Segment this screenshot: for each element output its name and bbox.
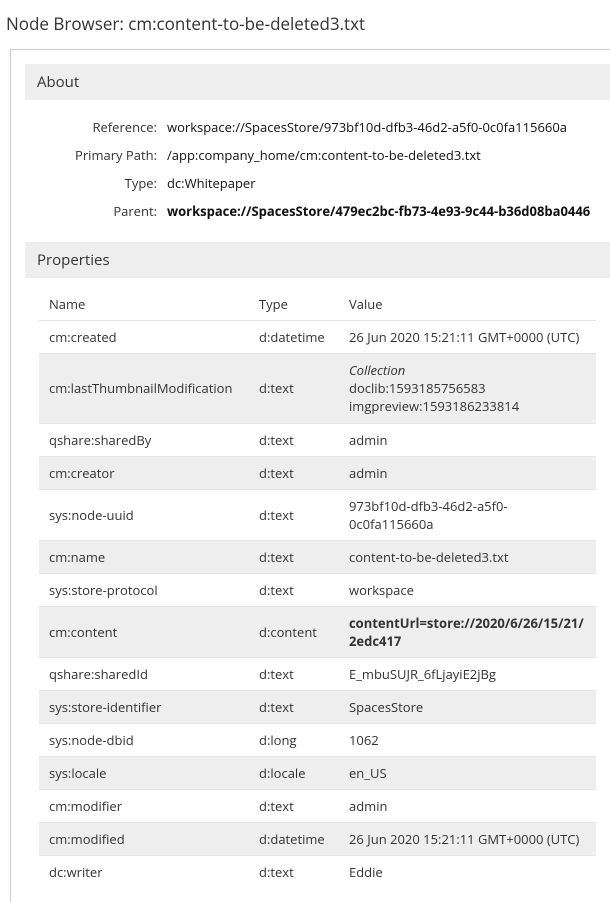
about-row: Reference:workspace://SpacesStore/973bf1… xyxy=(37,118,598,136)
prop-name: cm:creator xyxy=(39,456,249,489)
prop-name: cm:modifier xyxy=(39,789,249,822)
about-section-header: About xyxy=(25,64,610,100)
prop-value: admin xyxy=(339,456,596,489)
about-label: Parent: xyxy=(37,202,167,220)
prop-name: qshare:sharedBy xyxy=(39,423,249,456)
prop-type: d:text xyxy=(249,456,339,489)
about-value: workspace://SpacesStore/973bf10d-dfb3-46… xyxy=(167,118,567,136)
prop-type: d:datetime xyxy=(249,822,339,855)
prop-value: 26 Jun 2020 15:21:11 GMT+0000 (UTC) xyxy=(339,822,596,855)
prop-value: admin xyxy=(339,423,596,456)
table-row: dc:writerd:textEddie xyxy=(39,855,596,888)
prop-value: en_US xyxy=(339,756,596,789)
table-row: cm:createdd:datetime26 Jun 2020 15:21:11… xyxy=(39,321,596,354)
prop-value: content-to-be-deleted3.txt xyxy=(339,540,596,573)
column-header-value[interactable]: Value xyxy=(339,288,596,321)
prop-value: admin xyxy=(339,789,596,822)
properties-table: Name Type Value cm:createdd:datetime26 J… xyxy=(39,288,596,888)
prop-name: cm:content xyxy=(39,606,249,657)
about-value: workspace://SpacesStore/479ec2bc-fb73-4e… xyxy=(167,202,590,220)
column-header-name[interactable]: Name xyxy=(39,288,249,321)
about-value: dc:Whitepaper xyxy=(167,174,256,192)
prop-type: d:text xyxy=(249,789,339,822)
table-row: cm:creatord:textadmin xyxy=(39,456,596,489)
prop-type: d:locale xyxy=(249,756,339,789)
prop-type: d:text xyxy=(249,540,339,573)
prop-value: SpacesStore xyxy=(339,690,596,723)
prop-name: sys:store-protocol xyxy=(39,573,249,606)
prop-name: dc:writer xyxy=(39,855,249,888)
table-row: cm:modifiedd:datetime26 Jun 2020 15:21:1… xyxy=(39,822,596,855)
about-value: /app:company_home/cm:content-to-be-delet… xyxy=(167,146,481,164)
properties-section: Name Type Value cm:createdd:datetime26 J… xyxy=(25,278,610,902)
prop-value: contentUrl=store://2020/6/26/15/21/2edc4… xyxy=(339,606,596,657)
table-row: sys:store-protocold:textworkspace xyxy=(39,573,596,606)
prop-value: 26 Jun 2020 15:21:11 GMT+0000 (UTC) xyxy=(339,321,596,354)
prop-value: E_mbuSUJR_6fLjayiE2jBg xyxy=(339,657,596,690)
prop-name: sys:locale xyxy=(39,756,249,789)
table-row: cm:modifierd:textadmin xyxy=(39,789,596,822)
table-row: sys:store-identifierd:textSpacesStore xyxy=(39,690,596,723)
prop-type: d:text xyxy=(249,855,339,888)
about-row: Parent:workspace://SpacesStore/479ec2bc-… xyxy=(37,202,598,220)
about-row: Type:dc:Whitepaper xyxy=(37,174,598,192)
about-row: Primary Path:/app:company_home/cm:conten… xyxy=(37,146,598,164)
prop-name: cm:modified xyxy=(39,822,249,855)
prop-name: sys:node-dbid xyxy=(39,723,249,756)
table-row: qshare:sharedIdd:textE_mbuSUJR_6fLjayiE2… xyxy=(39,657,596,690)
prop-name: cm:name xyxy=(39,540,249,573)
about-label: Reference: xyxy=(37,118,167,136)
table-row: sys:node-dbidd:long1062 xyxy=(39,723,596,756)
prop-value: workspace xyxy=(339,573,596,606)
prop-type: d:text xyxy=(249,489,339,540)
table-row: qshare:sharedByd:textadmin xyxy=(39,423,596,456)
prop-type: d:text xyxy=(249,423,339,456)
column-header-type[interactable]: Type xyxy=(249,288,339,321)
prop-value: 973bf10d-dfb3-46d2-a5f0-0c0fa115660a xyxy=(339,489,596,540)
prop-name: cm:created xyxy=(39,321,249,354)
prop-type: d:long xyxy=(249,723,339,756)
table-row: cm:lastThumbnailModificationd:textCollec… xyxy=(39,354,596,424)
table-row: cm:named:textcontent-to-be-deleted3.txt xyxy=(39,540,596,573)
prop-value: Collectiondoclib:1593185756583imgpreview… xyxy=(339,354,596,424)
prop-type: d:text xyxy=(249,354,339,424)
page-title: Node Browser: cm:content-to-be-deleted3.… xyxy=(0,0,610,49)
table-row: sys:localed:localeen_US xyxy=(39,756,596,789)
prop-type: d:content xyxy=(249,606,339,657)
prop-value-line: doclib:1593185756583 xyxy=(349,379,586,397)
about-label: Type: xyxy=(37,174,167,192)
prop-name: sys:store-identifier xyxy=(39,690,249,723)
prop-type: d:text xyxy=(249,690,339,723)
prop-value-line: imgpreview:1593186233814 xyxy=(349,397,586,415)
about-label: Primary Path: xyxy=(37,146,167,164)
prop-type: d:text xyxy=(249,657,339,690)
prop-name: sys:node-uuid xyxy=(39,489,249,540)
prop-type: d:datetime xyxy=(249,321,339,354)
properties-section-header: Properties xyxy=(25,242,610,278)
prop-value: 1062 xyxy=(339,723,596,756)
about-section: Reference:workspace://SpacesStore/973bf1… xyxy=(25,100,610,242)
prop-name: cm:lastThumbnailModification xyxy=(39,354,249,424)
table-row: cm:contentd:contentcontentUrl=store://20… xyxy=(39,606,596,657)
prop-value: Eddie xyxy=(339,855,596,888)
table-row: sys:node-uuidd:text973bf10d-dfb3-46d2-a5… xyxy=(39,489,596,540)
panel: About Reference:workspace://SpacesStore/… xyxy=(10,49,610,902)
prop-value-line: Collection xyxy=(349,361,586,379)
prop-type: d:text xyxy=(249,573,339,606)
prop-name: qshare:sharedId xyxy=(39,657,249,690)
